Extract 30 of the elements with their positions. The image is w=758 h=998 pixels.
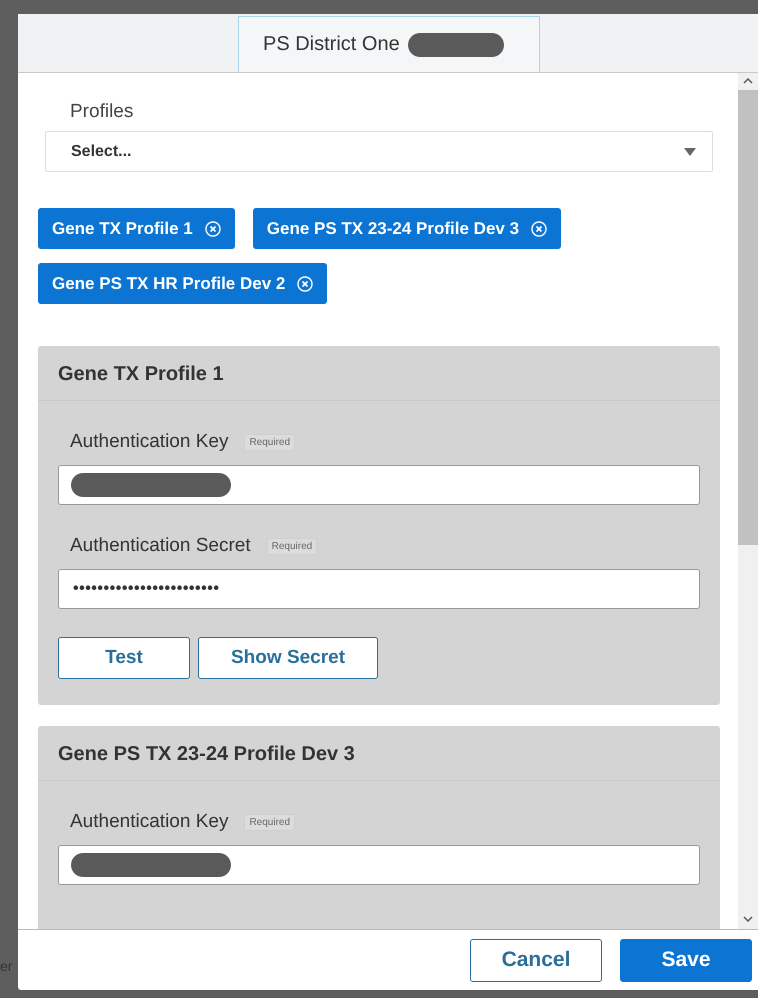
field-label: Authentication Secret	[70, 535, 251, 557]
secret-field[interactable]: ••••••••••••••••••••••••	[58, 569, 700, 609]
field-label: Authentication Key	[70, 811, 228, 833]
field-label: Profiles	[70, 101, 134, 123]
save-button[interactable]: Save	[620, 938, 752, 982]
scroll-up-icon[interactable]	[743, 77, 753, 84]
scrollbar[interactable]	[738, 73, 758, 929]
remove-icon[interactable]	[531, 220, 548, 236]
key-field[interactable]	[58, 845, 700, 885]
remove-icon[interactable]	[204, 220, 221, 236]
profiles-select[interactable]: Select...	[45, 131, 713, 172]
profile-chip[interactable]: Gene PS TX 23-24 Profile Dev 3	[252, 208, 562, 249]
profile-chip[interactable]: Gene PS TX HR Profile Dev 2	[38, 263, 328, 304]
required-badge: Required	[244, 814, 296, 830]
remove-icon[interactable]	[297, 276, 314, 292]
cancel-button[interactable]: Cancel	[470, 938, 602, 982]
card-title: Gene TX Profile 1	[38, 346, 720, 401]
required-badge: Required	[244, 434, 296, 450]
field-label: Authentication Key	[70, 431, 228, 453]
dropdown-caret-icon	[684, 148, 696, 156]
scroll-down-icon[interactable]	[743, 916, 753, 923]
profile-chip[interactable]: Gene TX Profile 1	[38, 208, 235, 249]
show-secret-button[interactable]: Show Secret	[198, 637, 378, 679]
secret-input[interactable]: ••••••••••••••••••••••••	[71, 579, 687, 599]
card-title: Gene PS TX 23-24 Profile Dev 3	[38, 726, 720, 781]
required-badge: Required	[266, 538, 318, 554]
dialog-title: PS District One	[263, 33, 400, 56]
key-field[interactable]	[58, 465, 700, 505]
test-button[interactable]: Test	[58, 637, 190, 679]
scroll-thumb[interactable]	[738, 90, 758, 545]
